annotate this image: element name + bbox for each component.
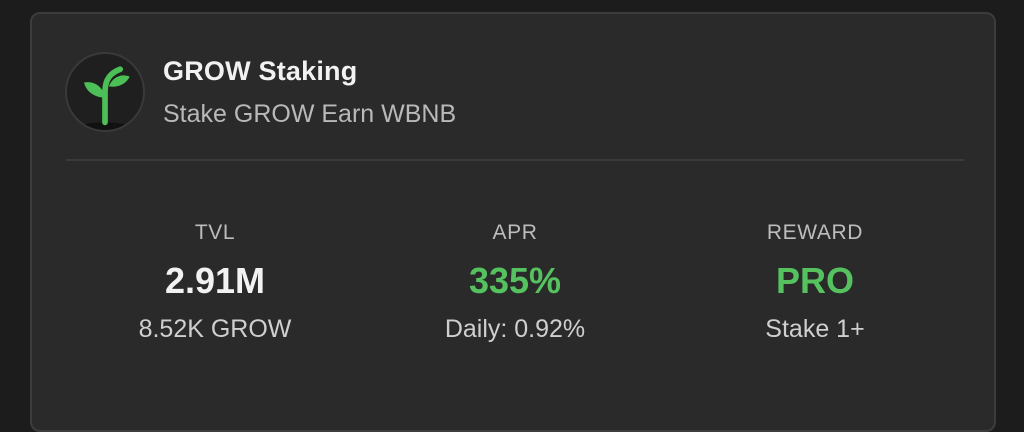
stat-label: APR [492,221,538,244]
pool-subtitle: Stake GROW Earn WBNB [163,100,457,128]
stat-value: 335% [468,260,562,301]
stat-subtext: 8.52K GROW [138,315,292,343]
stat-reward: REWARD PRO Stake 1+ [665,220,965,344]
stat-value: PRO [775,260,854,301]
stat-tvl: TVL 2.91M 8.52K GROW [65,220,365,344]
pool-stats: TVL 2.91M 8.52K GROW APR 335% Daily: 0.9… [32,220,994,344]
stat-subtext: Stake 1+ [765,315,865,343]
stat-label: TVL [194,221,236,244]
pool-title: GROW Staking [163,56,358,86]
pool-logo [65,52,145,132]
stat-apr: APR 335% Daily: 0.92% [365,220,665,344]
stat-value: 2.91M [164,260,266,301]
divider [66,159,964,161]
sprout-icon [68,66,142,130]
stat-label: REWARD [766,221,864,244]
staking-pool-card[interactable]: GROW Staking Stake GROW Earn WBNB TVL 2.… [30,12,996,432]
pool-header: GROW Staking Stake GROW Earn WBNB [32,14,994,160]
stat-subtext: Daily: 0.92% [444,315,586,343]
